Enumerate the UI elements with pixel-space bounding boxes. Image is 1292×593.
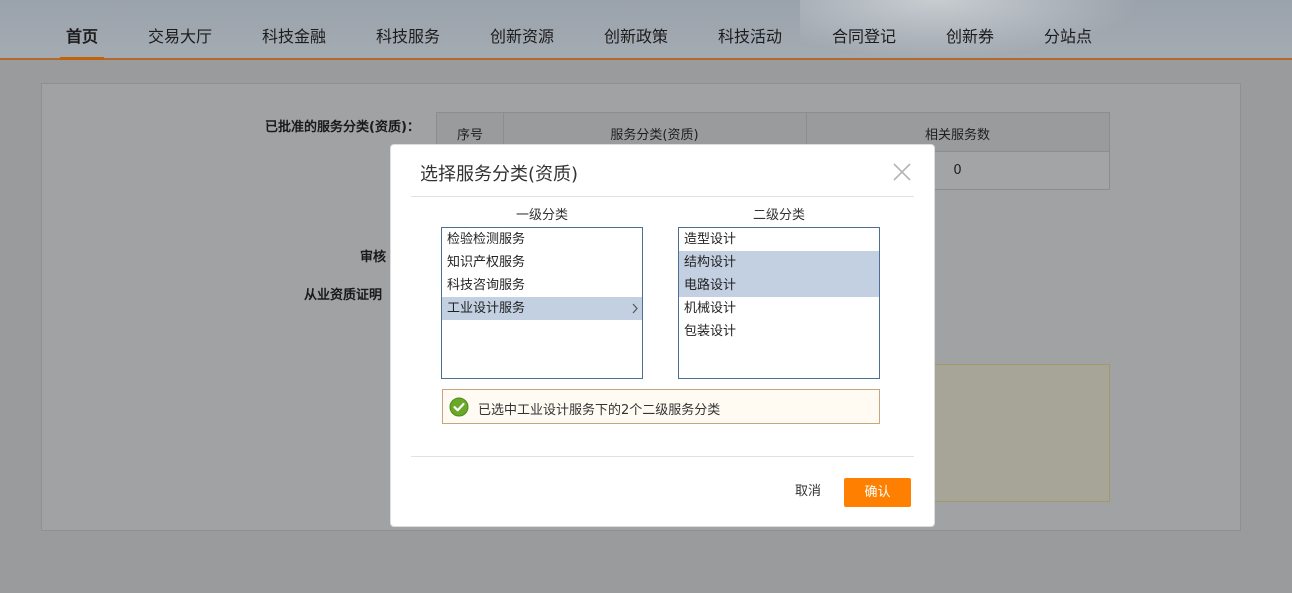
table-header-service-count: 相关服务数 xyxy=(924,128,990,143)
nav-item-substations[interactable]: 分站点 xyxy=(1044,0,1092,58)
check-circle-icon xyxy=(449,397,469,417)
list-item[interactable]: 机械设计 xyxy=(679,297,879,320)
approved-categories-label: 已批准的服务分类(资质)： xyxy=(265,120,420,135)
qualification-certificate-label: 从业资质证明 xyxy=(304,288,383,303)
nav-item-innovation-resources[interactable]: 创新资源 xyxy=(490,0,554,58)
nav-item-innovation-policy[interactable]: 创新政策 xyxy=(604,0,668,58)
nav-item-contract-registration[interactable]: 合同登记 xyxy=(832,0,896,58)
nav-item-home[interactable]: 首页 xyxy=(60,0,104,60)
list-item-label: 检验检测服务 xyxy=(447,232,526,247)
select-category-dialog: 选择服务分类(资质) 一级分类 二级分类 检验检测服务 知识产权服务 科技咨询服… xyxy=(390,144,935,527)
confirm-button[interactable]: 确认 xyxy=(844,478,911,507)
dialog-divider xyxy=(411,456,914,457)
list-item-label: 包装设计 xyxy=(684,324,737,339)
list-item[interactable]: 科技咨询服务 xyxy=(442,274,642,297)
list-item-selected[interactable]: 电路设计 xyxy=(679,274,879,297)
list-item-label: 造型设计 xyxy=(684,232,737,247)
nav-item-tech-service[interactable]: 科技服务 xyxy=(376,0,440,58)
cancel-button[interactable]: 取消 xyxy=(783,478,833,506)
table-header-category: 服务分类(资质) xyxy=(610,128,699,143)
upload-area xyxy=(918,364,1110,502)
close-icon[interactable] xyxy=(891,161,913,183)
dialog-divider xyxy=(411,196,914,197)
nav-item-tech-finance[interactable]: 科技金融 xyxy=(262,0,326,58)
list-item[interactable]: 包装设计 xyxy=(679,320,879,343)
list-item[interactable]: 知识产权服务 xyxy=(442,251,642,274)
selection-notice: 已选中工业设计服务下的2个二级服务分类 xyxy=(442,389,880,424)
level2-column-title: 二级分类 xyxy=(752,208,805,223)
list-item[interactable]: 检验检测服务 xyxy=(442,228,642,251)
list-item-label: 工业设计服务 xyxy=(447,301,526,316)
list-item-label: 电路设计 xyxy=(684,278,737,293)
chevron-right-icon xyxy=(631,297,639,328)
list-item[interactable]: 造型设计 xyxy=(679,228,879,251)
list-item-selected[interactable]: 结构设计 xyxy=(679,251,879,274)
list-item-label: 结构设计 xyxy=(684,255,737,270)
nav-item-trading-hall[interactable]: 交易大厅 xyxy=(148,0,212,58)
notice-text: 已选中工业设计服务下的2个二级服务分类 xyxy=(478,403,721,418)
dialog-title: 选择服务分类(资质) xyxy=(420,164,579,185)
nav-item-innovation-voucher[interactable]: 创新券 xyxy=(946,0,994,58)
level1-column-title: 一级分类 xyxy=(515,208,568,223)
level2-listbox[interactable]: 造型设计 结构设计 电路设计 机械设计 包装设计 xyxy=(678,227,880,379)
level1-listbox[interactable]: 检验检测服务 知识产权服务 科技咨询服务 工业设计服务 xyxy=(441,227,643,379)
nav-item-tech-activities[interactable]: 科技活动 xyxy=(718,0,782,58)
audit-label: 审核 xyxy=(360,250,387,265)
list-item-selected[interactable]: 工业设计服务 xyxy=(442,297,642,320)
top-navigation: 首页 交易大厅 科技金融 科技服务 创新资源 创新政策 科技活动 合同登记 创新… xyxy=(0,0,1292,60)
list-item-label: 机械设计 xyxy=(684,301,737,316)
list-item-label: 知识产权服务 xyxy=(447,255,526,270)
list-item-label: 科技咨询服务 xyxy=(447,278,526,293)
table-header-index: 序号 xyxy=(456,128,483,143)
